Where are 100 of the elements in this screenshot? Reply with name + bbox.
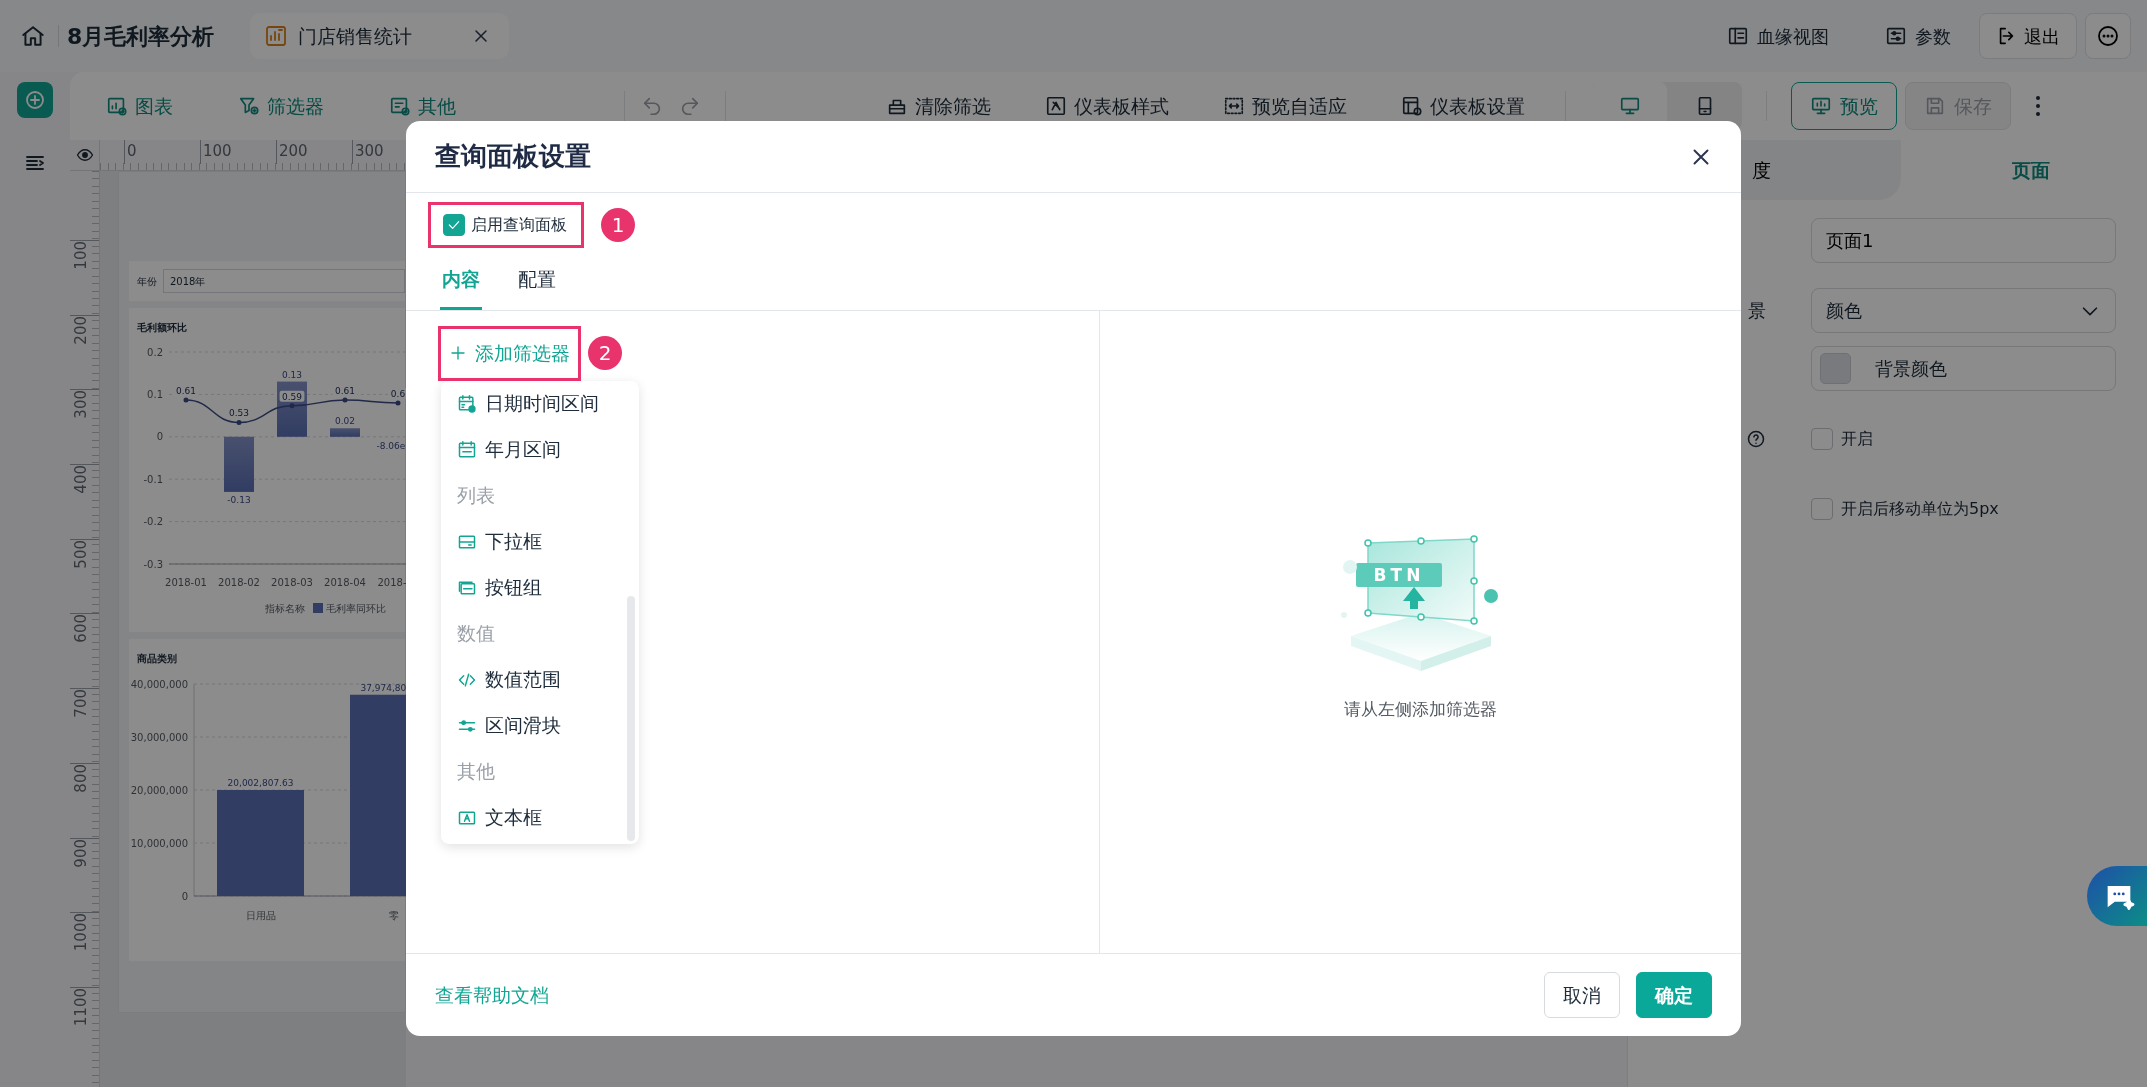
header-action[interactable]: 参数 bbox=[1881, 18, 1955, 54]
data-label: 0.13 bbox=[282, 369, 302, 380]
ruler-label: 600 bbox=[72, 614, 90, 644]
menu-item[interactable]: 按钮组 bbox=[441, 564, 625, 611]
ruler-label: 0 bbox=[127, 142, 137, 160]
menu-item[interactable]: 区间滑块 bbox=[441, 702, 625, 749]
category-label: 2018-04 bbox=[324, 577, 366, 588]
checkbox[interactable] bbox=[1811, 428, 1833, 450]
confirm-button[interactable]: 确定 bbox=[1636, 972, 1712, 1018]
ruler-label: 1000 bbox=[72, 913, 90, 952]
chart-add-icon bbox=[106, 95, 128, 117]
insert-menu[interactable]: 图表 bbox=[106, 87, 173, 125]
ruler-label: 800 bbox=[72, 763, 90, 793]
home-icon bbox=[20, 23, 46, 49]
eye-icon bbox=[75, 146, 94, 164]
scrollbar-thumb[interactable] bbox=[627, 595, 635, 841]
undo-icon bbox=[641, 95, 663, 117]
text-field[interactable]: 页面1 bbox=[1811, 218, 2116, 263]
legend-label: 毛利率同环比 bbox=[326, 603, 386, 614]
data-label: 0.59 bbox=[279, 390, 305, 402]
cancel-button[interactable]: 取消 bbox=[1544, 972, 1620, 1018]
color-swatch bbox=[1820, 353, 1851, 384]
document-tab[interactable]: 门店销售统计 bbox=[250, 13, 510, 59]
calendar-icon bbox=[457, 439, 477, 460]
dialog-title: 查询面板设置 bbox=[435, 140, 591, 173]
data-label: 0.02 bbox=[335, 416, 355, 427]
axis-tick-label: 30,000,000 bbox=[130, 731, 188, 743]
ruler-label: 100 bbox=[72, 241, 90, 270]
exit-button[interactable]: 退出 bbox=[1979, 13, 2077, 59]
line-point bbox=[395, 400, 401, 406]
category-label: 2018- bbox=[377, 577, 406, 588]
data-label: 0.61 bbox=[173, 385, 199, 397]
help-link[interactable]: 查看帮助文档 bbox=[435, 980, 549, 1010]
axis-tick-label: 0.1 bbox=[147, 388, 163, 400]
sliders-icon bbox=[1885, 25, 1907, 47]
data-label: 0.6 bbox=[388, 387, 406, 399]
chart-title: 毛利额环比 bbox=[136, 321, 188, 335]
ruler-label: 300 bbox=[72, 390, 90, 419]
desktop-icon bbox=[1618, 95, 1641, 117]
axis-tick-label: 10,000,000 bbox=[130, 837, 188, 849]
toolbar-action[interactable]: 仪表板样式 bbox=[1045, 87, 1169, 125]
filter-label: 年份 bbox=[137, 274, 157, 289]
ruler-label: 500 bbox=[72, 539, 90, 569]
insert-menu[interactable]: 其他 bbox=[389, 87, 456, 125]
preview-button[interactable]: 预览 bbox=[1791, 82, 1897, 130]
menu-item[interactable]: 数值范围 bbox=[441, 656, 625, 703]
data-label: 0.61 bbox=[332, 385, 358, 397]
ruler-label: 200 bbox=[279, 142, 308, 160]
more-icon bbox=[2096, 24, 2120, 48]
kebab-icon bbox=[2035, 95, 2041, 117]
add-filter-button[interactable]: 添加筛选器 bbox=[449, 339, 570, 368]
category-label: 日用品 bbox=[245, 910, 276, 921]
dialog-tab[interactable]: 配置 bbox=[516, 251, 558, 310]
filter-field[interactable]: 2018年 bbox=[163, 269, 405, 293]
dropdown[interactable]: 颜色 bbox=[1811, 288, 2116, 333]
settings-icon bbox=[1401, 95, 1423, 117]
ruler-label: 300 bbox=[355, 142, 384, 160]
ruler-label: 400 bbox=[72, 465, 90, 494]
checkbox[interactable] bbox=[443, 214, 465, 236]
form-add-icon bbox=[389, 95, 411, 117]
redo-icon bbox=[679, 95, 701, 117]
line-point bbox=[236, 419, 242, 425]
ruler-label: 1100 bbox=[72, 987, 90, 1027]
color-picker[interactable]: 背景颜色 bbox=[1811, 346, 2116, 391]
category-label: 2018-03 bbox=[271, 577, 313, 588]
dashboard-title: 8月毛利率分析 bbox=[67, 22, 215, 51]
line-point bbox=[342, 397, 348, 403]
toolbar-action[interactable]: 仪表板设置 bbox=[1401, 87, 1525, 125]
legend-title: 指标名称 bbox=[265, 603, 305, 614]
checkbox-label: 开启 bbox=[1841, 428, 1873, 450]
monitor-icon bbox=[1810, 95, 1832, 117]
ruler-label: 100 bbox=[203, 142, 232, 160]
ruler-label: 900 bbox=[72, 838, 90, 868]
axis-tick-label: 20,000,000 bbox=[130, 784, 188, 796]
category-label: 2018-02 bbox=[218, 577, 260, 588]
line-point bbox=[183, 397, 189, 403]
illustration-label: BTN bbox=[1373, 565, 1424, 586]
menu-item[interactable]: 文本框 bbox=[441, 794, 625, 841]
axis-tick-label: -0.1 bbox=[143, 473, 163, 485]
toolbar-action[interactable]: 预览自适应 bbox=[1223, 87, 1347, 125]
style-icon bbox=[1045, 95, 1067, 117]
header-action[interactable]: 血缘视图 bbox=[1723, 18, 1833, 54]
menu-item[interactable]: 下拉框 bbox=[441, 518, 625, 565]
funnel-icon bbox=[238, 95, 260, 117]
dialog-tab[interactable]: 内容 bbox=[440, 251, 482, 310]
menu-item[interactable]: 日期时间区间 bbox=[441, 380, 625, 427]
visibility-button[interactable] bbox=[75, 146, 94, 164]
tree-icon bbox=[1727, 25, 1749, 47]
chart-icon bbox=[264, 24, 289, 48]
plus-icon bbox=[449, 344, 467, 363]
more-button[interactable] bbox=[2085, 13, 2131, 59]
menu-item[interactable]: 年月区间 bbox=[441, 426, 625, 473]
checkbox[interactable] bbox=[1811, 498, 1833, 520]
data-label: -8.06e bbox=[376, 440, 406, 451]
fit-icon bbox=[1223, 95, 1245, 117]
ruler-label: 700 bbox=[72, 689, 90, 718]
insert-menu[interactable]: 筛选器 bbox=[238, 87, 324, 125]
toolbar-action[interactable]: 清除筛选 bbox=[886, 87, 991, 125]
chart-title: 商品类别 bbox=[136, 652, 178, 666]
legend-swatch bbox=[313, 603, 323, 613]
